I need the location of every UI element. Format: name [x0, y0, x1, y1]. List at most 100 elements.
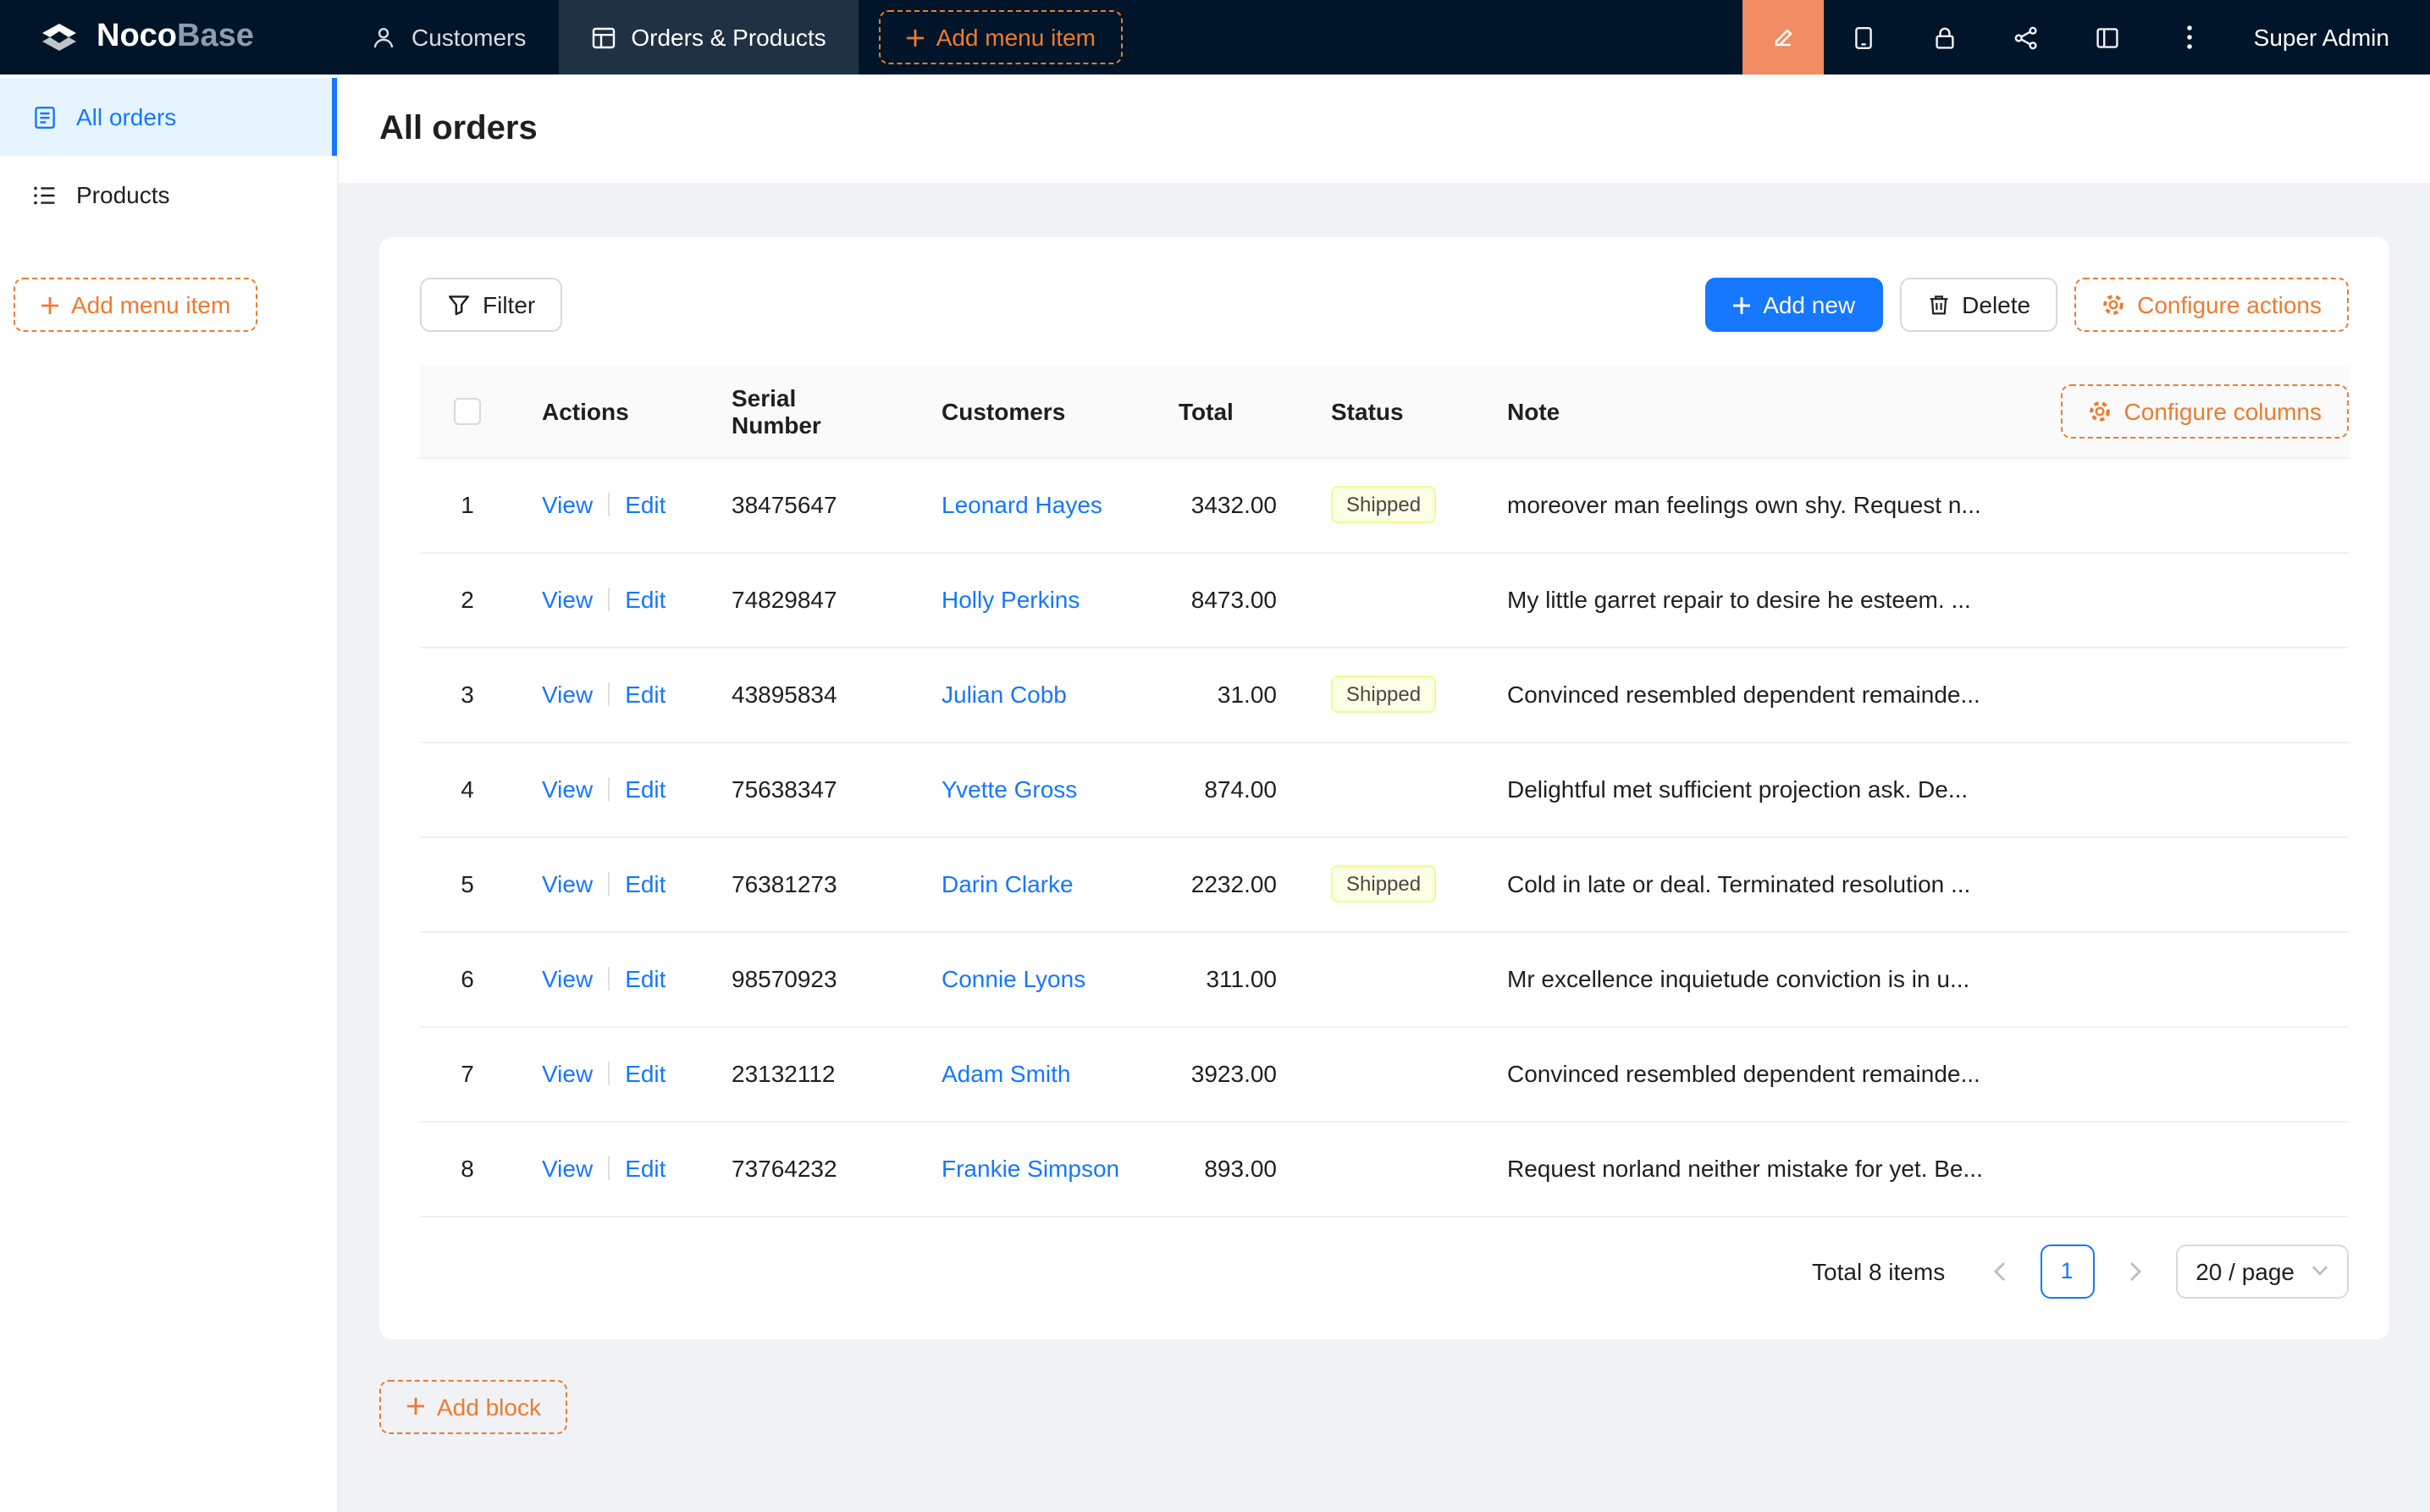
select-all-checkbox[interactable] — [454, 399, 481, 426]
sidebar-item-label: All orders — [76, 103, 176, 130]
customer-link[interactable]: Connie Lyons — [942, 965, 1085, 992]
main-area: All orders Filter — [339, 74, 2430, 1512]
status-tag: Shipped — [1331, 676, 1436, 713]
serial-value: 74829847 — [732, 586, 837, 613]
serial-value: 76381273 — [732, 870, 837, 897]
nav-item-label: Customers — [411, 24, 526, 51]
highlighter-icon — [1770, 24, 1797, 51]
plus-icon — [41, 295, 59, 314]
customer-link[interactable]: Darin Clarke — [942, 870, 1074, 897]
content-area: Filter Add new — [339, 183, 2430, 1512]
total-value: 2232.00 — [1191, 870, 1277, 897]
edit-link[interactable]: Edit — [625, 870, 665, 897]
action-divider — [608, 967, 610, 991]
total-value: 874.00 — [1204, 775, 1277, 803]
total-value: 3923.00 — [1191, 1060, 1277, 1087]
add-new-button[interactable]: Add new — [1705, 278, 1882, 332]
plus-icon — [906, 28, 925, 47]
orders-icon — [590, 25, 616, 50]
configure-actions-button[interactable]: Configure actions — [2074, 278, 2349, 332]
edit-link[interactable]: Edit — [625, 1060, 665, 1087]
total-value: 893.00 — [1204, 1155, 1277, 1182]
view-link[interactable]: View — [542, 491, 593, 518]
plugin-settings-button[interactable] — [2068, 0, 2149, 74]
customer-link[interactable]: Yvette Gross — [942, 775, 1077, 803]
api-button[interactable] — [1986, 0, 2068, 74]
nav-item-orders-products[interactable]: Orders & Products — [558, 0, 858, 74]
nav-item-customers[interactable]: Customers — [339, 0, 558, 74]
plus-icon — [406, 1397, 425, 1415]
current-user-menu[interactable]: Super Admin — [2230, 0, 2430, 74]
status-tag: Shipped — [1331, 486, 1436, 523]
products-icon — [32, 182, 58, 207]
total-value: 3432.00 — [1191, 491, 1277, 518]
table-toolbar: Filter Add new — [420, 278, 2349, 332]
customer-link[interactable]: Adam Smith — [942, 1060, 1071, 1087]
edit-link[interactable]: Edit — [625, 1155, 665, 1182]
edit-link[interactable]: Edit — [625, 775, 665, 803]
pagination-page-1[interactable]: 1 — [2040, 1244, 2094, 1298]
view-link[interactable]: View — [542, 681, 593, 708]
table-row: 5 View Edit 76381273 Darin Clarke 2232.0… — [420, 836, 2349, 931]
view-link[interactable]: View — [542, 965, 593, 992]
note-text: My little garret repair to desire he est… — [1507, 586, 1971, 613]
app: NocoBase Customers O — [0, 0, 2430, 1512]
view-link[interactable]: View — [542, 1060, 593, 1087]
table-row: 2 View Edit 74829847 Holly Perkins 8473.… — [420, 552, 2349, 647]
column-header-note: Note — [1507, 398, 1560, 425]
customer-link[interactable]: Frankie Simpson — [942, 1155, 1119, 1182]
delete-button[interactable]: Delete — [1899, 278, 2057, 332]
security-button[interactable] — [1905, 0, 1986, 74]
edit-link[interactable]: Edit — [625, 491, 665, 518]
serial-value: 98570923 — [732, 965, 837, 992]
view-link[interactable]: View — [542, 870, 593, 897]
filter-icon — [447, 293, 471, 317]
pagination-next-button[interactable] — [2107, 1244, 2162, 1298]
delete-icon — [1926, 293, 1950, 317]
edit-link[interactable]: Edit — [625, 965, 665, 992]
chevron-right-icon — [2128, 1261, 2141, 1281]
view-link[interactable]: View — [542, 1155, 593, 1182]
configure-actions-label: Configure actions — [2137, 291, 2322, 318]
status-tag: Shipped — [1331, 865, 1436, 902]
page-size-select[interactable]: 20 / page — [2175, 1244, 2349, 1298]
customer-link[interactable]: Leonard Hayes — [942, 491, 1102, 518]
customer-link[interactable]: Julian Cobb — [942, 681, 1067, 708]
logo-icon — [37, 19, 81, 56]
column-header-serial-number: Serial Number — [704, 366, 914, 457]
note-text: Delightful met sufficient projection ask… — [1507, 775, 1968, 803]
mobile-preview-button[interactable] — [1824, 0, 1905, 74]
column-header-status: Status — [1304, 366, 1480, 457]
gear-icon — [2101, 293, 2125, 317]
view-link[interactable]: View — [542, 586, 593, 613]
filter-button[interactable]: Filter — [420, 278, 562, 332]
page-title: All orders — [379, 109, 538, 148]
row-index: 8 — [461, 1155, 474, 1182]
row-index: 6 — [461, 965, 474, 992]
view-link[interactable]: View — [542, 775, 593, 803]
ui-editor-button[interactable] — [1742, 0, 1824, 74]
configure-columns-button[interactable]: Configure columns — [2062, 384, 2349, 439]
delete-button-label: Delete — [1962, 291, 2030, 318]
more-menu-button[interactable] — [2149, 0, 2230, 74]
table-row: 6 View Edit 98570923 Connie Lyons 311.00… — [420, 931, 2349, 1026]
column-header-actions: Actions — [515, 366, 704, 457]
add-block-button[interactable]: Add block — [379, 1379, 568, 1433]
customer-link[interactable]: Holly Perkins — [942, 586, 1080, 613]
action-divider — [608, 1156, 610, 1180]
sidebar-item-products[interactable]: Products — [0, 156, 337, 234]
edit-link[interactable]: Edit — [625, 681, 665, 708]
filter-button-label: Filter — [483, 291, 535, 318]
note-text: moreover man feelings own shy. Request n… — [1507, 491, 1981, 518]
sidebar-item-all-orders[interactable]: All orders — [0, 78, 337, 156]
pagination-prev-button[interactable] — [1972, 1244, 2026, 1298]
logo[interactable]: NocoBase — [0, 0, 339, 74]
more-icon — [2186, 24, 2193, 51]
serial-value: 73764232 — [732, 1155, 837, 1182]
sidebar-add-menu-item-button[interactable]: Add menu item — [14, 278, 257, 332]
edit-link[interactable]: Edit — [625, 586, 665, 613]
header-add-menu-item-button[interactable]: Add menu item — [879, 10, 1123, 64]
top-header: NocoBase Customers O — [0, 0, 2430, 74]
note-text: Request norland neither mistake for yet.… — [1507, 1155, 1983, 1182]
orders-table: Actions Serial Number Customers Total St… — [420, 366, 2349, 1217]
